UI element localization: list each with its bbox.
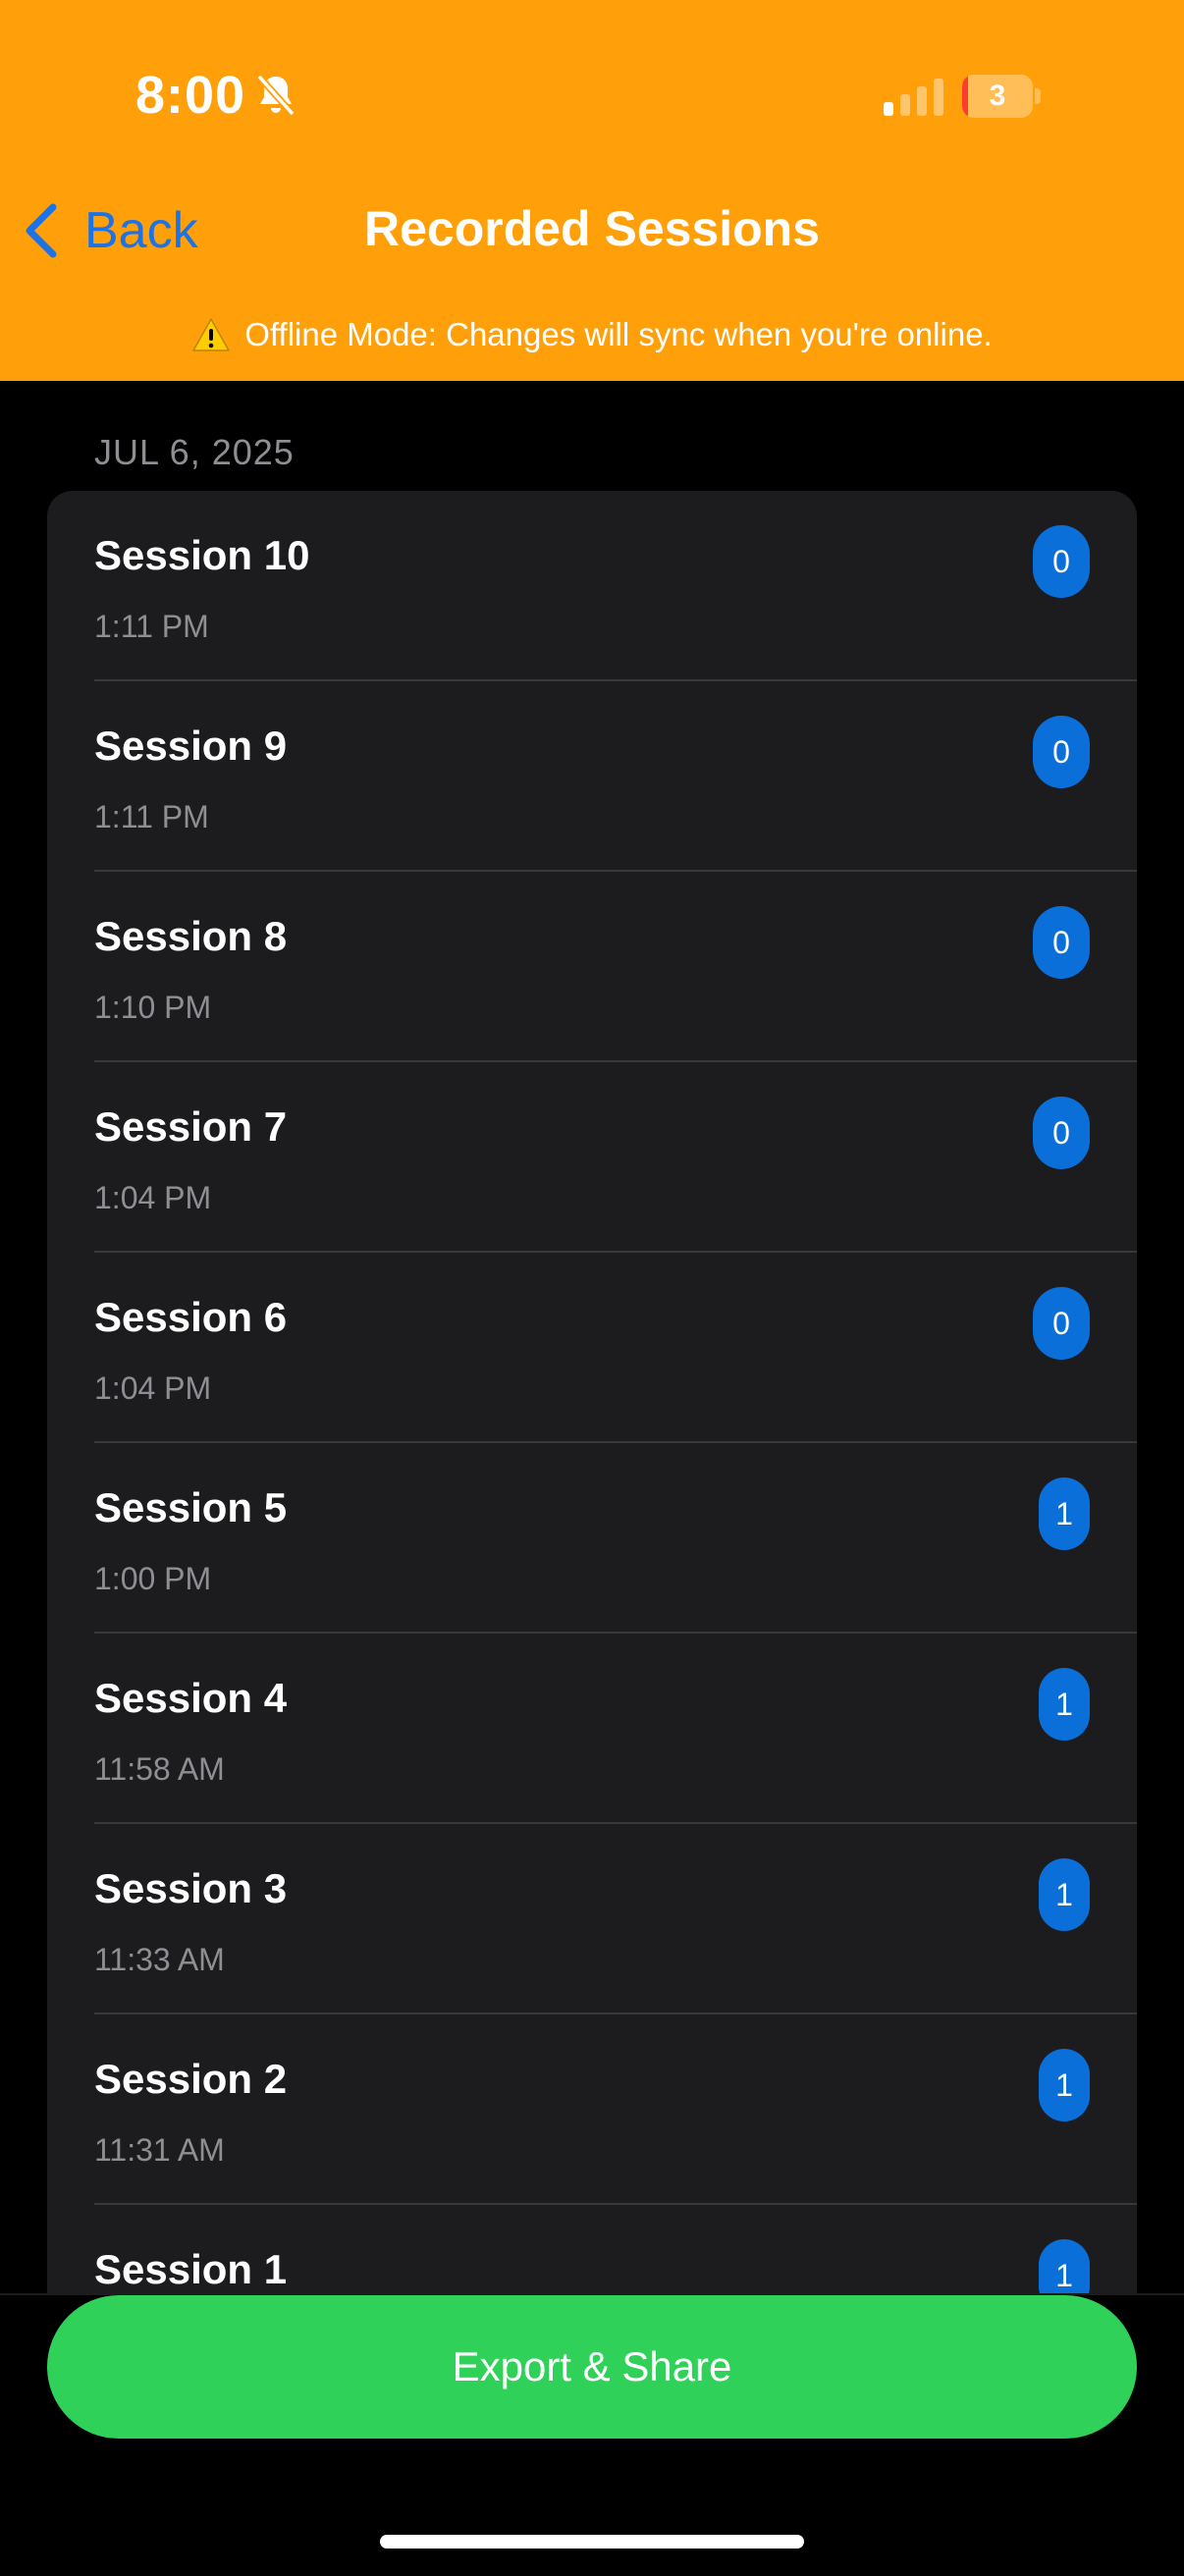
session-row[interactable]: Session 4 11:58 AM 1 [47,1634,1137,1824]
session-title: Session 7 [94,1103,288,1150]
session-time: 1:04 PM [94,1370,212,1406]
session-time: 11:33 AM [94,1942,225,1977]
header: 8:00 3 Back Recorded Sessions Offline Mo… [0,0,1184,381]
session-title: Session 9 [94,723,288,769]
status-time: 8:00 [135,66,246,125]
session-row[interactable]: Session 8 1:10 PM 0 [47,872,1137,1062]
session-row[interactable]: Session 3 11:33 AM 1 [47,1824,1137,2014]
sessions-list: Session 10 1:11 PM 0 Session 9 1:11 PM 0… [47,491,1137,2356]
session-title: Session 10 [94,532,310,578]
session-count-badge: 1 [1039,1668,1090,1741]
battery-icon: 3 [962,75,1041,118]
session-count-badge: 0 [1033,525,1090,598]
offline-banner-text: Offline Mode: Changes will sync when you… [244,316,993,352]
session-count-badge: 0 [1033,1097,1090,1169]
session-row[interactable]: Session 5 1:00 PM 1 [47,1443,1137,1634]
home-indicator[interactable] [380,2535,804,2549]
session-title: Session 8 [94,913,288,959]
session-time: 1:04 PM [94,1180,212,1215]
session-title: Session 4 [94,1675,288,1721]
export-share-button[interactable]: Export & Share [47,2295,1137,2439]
session-row[interactable]: Session 7 1:04 PM 0 [47,1062,1137,1253]
session-count-badge: 1 [1039,1858,1090,1931]
warning-icon [192,318,231,351]
session-count-badge: 0 [1033,1287,1090,1360]
session-time: 11:31 AM [94,2132,225,2168]
section-date-header: JUL 6, 2025 [94,432,295,472]
bell-slash-icon [256,74,296,117]
battery-level: 3 [989,80,1006,112]
session-count-badge: 1 [1039,2049,1090,2121]
offline-banner: Offline Mode: Changes will sync when you… [0,316,1184,353]
session-title: Session 1 [94,2246,288,2292]
session-count-badge: 0 [1033,716,1090,788]
session-row[interactable]: Session 2 11:31 AM 1 [47,2014,1137,2205]
session-row[interactable]: Session 9 1:11 PM 0 [47,681,1137,872]
session-title: Session 6 [94,1294,288,1340]
session-count-badge: 0 [1033,906,1090,979]
session-count-badge: 1 [1039,1477,1090,1550]
session-row[interactable]: Session 10 1:11 PM 0 [47,491,1137,681]
session-time: 1:00 PM [94,1561,212,1596]
session-time: 1:11 PM [94,799,209,834]
session-title: Session 3 [94,1865,288,1911]
page-title: Recorded Sessions [363,201,821,256]
session-row[interactable]: Session 6 1:04 PM 0 [47,1253,1137,1443]
cellular-signal-icon [884,79,943,116]
session-title: Session 5 [94,1484,288,1530]
session-time: 11:58 AM [94,1751,225,1787]
session-time: 1:11 PM [94,609,209,644]
session-time: 1:10 PM [94,990,212,1025]
session-title: Session 2 [94,2056,288,2102]
